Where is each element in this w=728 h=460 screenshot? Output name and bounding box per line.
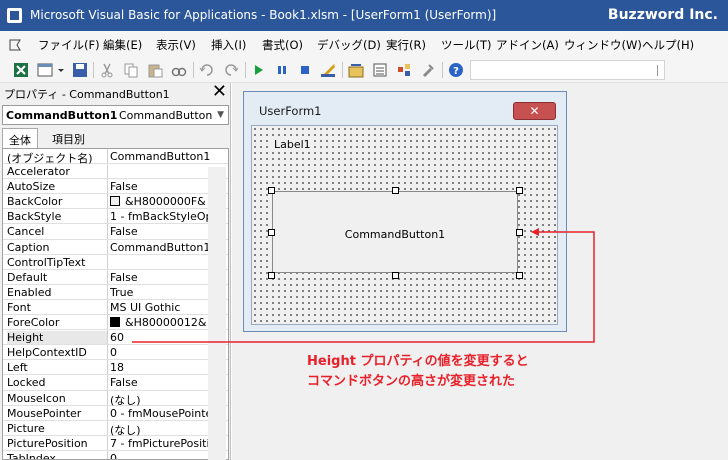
annotation-line-2: コマンドボタンの高さが変更された: [307, 374, 516, 389]
annotation-line-1: Height プロパティの値を変更すると: [307, 354, 529, 369]
annotation-note: Height プロパティの値を変更すると コマンドボタンの高さが変更された: [307, 352, 529, 392]
